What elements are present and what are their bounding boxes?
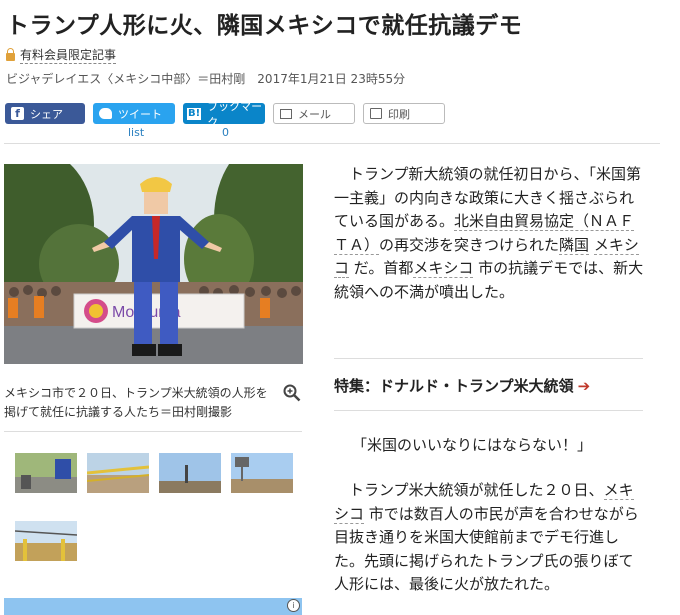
keyword-link-neighbor[interactable]: 隣国 [559, 235, 590, 255]
hatena-bookmark-button[interactable]: B! ブックマーク [183, 100, 265, 129]
main-photo[interactable]: Mo Suma [4, 164, 303, 364]
special-feature-label: 特集：ドナルド・トランプ米大統領 [334, 377, 574, 395]
photo-thumbnail[interactable] [159, 453, 221, 493]
hatena-bookmark-icon: B! [187, 107, 202, 120]
byline: ビジャデレイエス〈メキシコ中部〉＝田村剛 2017年1月21日 23時55分 [6, 70, 405, 87]
print-icon [370, 108, 382, 119]
mail-icon [280, 108, 292, 119]
special-feature-link[interactable]: 特集：ドナルド・トランプ米大統領 ➔ [334, 375, 590, 396]
mail-button[interactable]: メール [273, 103, 355, 124]
keyword-link-mexico[interactable]: メキシコ [413, 259, 474, 278]
lead-text: の再交渉を突きつけられた [379, 235, 560, 254]
divider [334, 358, 643, 359]
protest-photo-illustration: Mo Suma [4, 164, 303, 364]
lead-paragraph: トランプ新大統領の就任初日から、「米国第一主義」の内向きな政策に大きく揺さぶられ… [334, 163, 644, 304]
divider [4, 143, 660, 144]
hatena-bookmark-label: ブックマーク [207, 99, 263, 129]
member-only-label[interactable]: 有料会員限定記事 [6, 46, 117, 64]
lock-icon [6, 48, 15, 61]
facebook-share-label: シェア [30, 107, 63, 121]
mail-label: メール [298, 107, 331, 121]
member-only-text: 有料会員限定記事 [20, 48, 117, 64]
article-title: トランプ人形に火、隣国メキシコで就任抗議デモ [6, 13, 523, 39]
photo-thumbnail[interactable] [87, 453, 149, 493]
print-label: 印刷 [388, 107, 410, 121]
photo-thumbnail[interactable] [231, 453, 293, 493]
body-text: トランプ米大統領が就任した２０日、 [349, 481, 604, 499]
body-text: 市では数百人の市民が声を合わせながら目抜き通りを米国大使館前までデモ行進した。先… [334, 504, 639, 594]
lead-text: だ。首都 [353, 259, 414, 277]
photo-thumbnail[interactable] [15, 521, 77, 561]
byline-author: ビジャデレイエス〈メキシコ中部〉＝田村剛 [6, 72, 246, 86]
photo-thumbnail[interactable] [15, 453, 77, 493]
ad-banner[interactable]: i [4, 598, 302, 615]
quote-line: 「米国のいいなりにはならない！」 [352, 436, 593, 454]
ad-info-icon[interactable]: i [287, 599, 300, 612]
divider [334, 410, 643, 411]
twitter-share-button[interactable]: ツイート [93, 103, 175, 124]
body-paragraph: トランプ米大統領が就任した２０日、メキシコ 市では数百人の市民が声を合わせながら… [334, 479, 644, 597]
publish-date: 2017年1月21日 23時55分 [257, 72, 406, 86]
zoom-icon[interactable] [283, 384, 301, 402]
facebook-icon: f [11, 107, 24, 120]
twitter-share-label: ツイート [118, 107, 162, 121]
divider [4, 431, 302, 432]
twitter-bird-icon [99, 108, 112, 119]
facebook-share-button[interactable]: f シェア [5, 103, 85, 124]
twitter-count[interactable]: list [128, 126, 144, 139]
arrow-right-icon: ➔ [577, 376, 591, 395]
hatena-count[interactable]: 0 [222, 126, 229, 139]
photo-caption: メキシコ市で２０日、トランプ米大統領の人形を掲げて就任に抗議する人たち＝田村剛撮… [4, 386, 268, 419]
print-button[interactable]: 印刷 [363, 103, 445, 124]
